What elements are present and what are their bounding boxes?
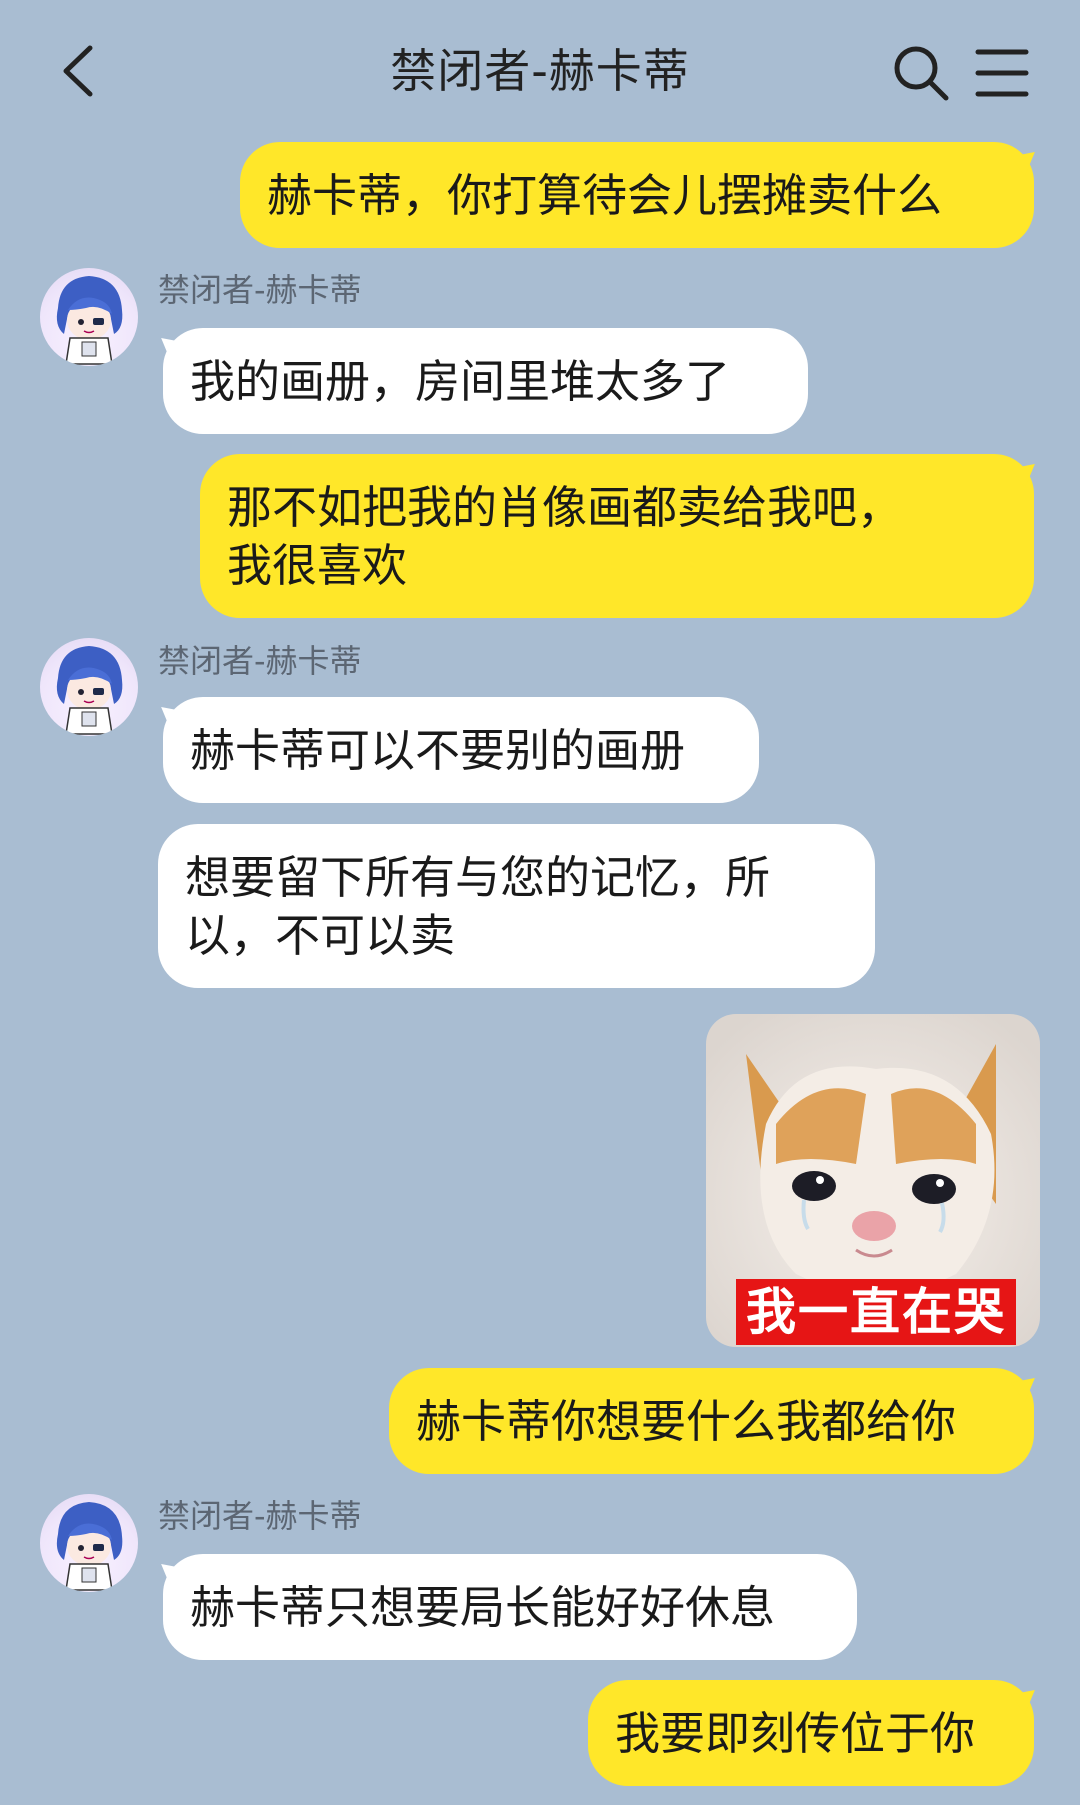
sticker-message[interactable]: 我一直在哭 — [706, 1014, 1040, 1347]
outgoing-message-bubble[interactable]: 赫卡蒂，你打算待会儿摆摊卖什么 — [240, 142, 1034, 248]
avatar-character-icon — [56, 1502, 123, 1591]
avatar[interactable] — [40, 638, 138, 736]
avatar[interactable] — [40, 1494, 138, 1592]
outgoing-message-bubble[interactable]: 我要即刻传位于你 — [588, 1680, 1034, 1786]
sender-name: 禁闭者-赫卡蒂 — [158, 642, 362, 680]
avatar[interactable] — [40, 268, 138, 366]
top-bar: 禁闭者-赫卡蒂 — [0, 0, 1080, 140]
sticker-caption: 我一直在哭 — [736, 1279, 1016, 1345]
outgoing-message-bubble[interactable]: 那不如把我的肖像画都卖给我吧， 我很喜欢 — [200, 454, 1034, 618]
sender-name: 禁闭者-赫卡蒂 — [158, 1497, 362, 1535]
search-icon — [894, 46, 949, 101]
hamburger-menu-icon — [975, 49, 1029, 97]
menu-button[interactable] — [975, 46, 1029, 100]
incoming-message-bubble[interactable]: 想要留下所有与您的记忆，所 以，不可以卖 — [158, 824, 875, 988]
search-button[interactable] — [892, 44, 950, 102]
incoming-message-bubble[interactable]: 赫卡蒂可以不要别的画册 — [163, 697, 759, 803]
avatar-character-icon — [56, 276, 123, 365]
sender-name: 禁闭者-赫卡蒂 — [158, 271, 362, 309]
avatar-character-icon — [56, 646, 123, 735]
outgoing-message-bubble[interactable]: 赫卡蒂你想要什么我都给你 — [389, 1368, 1034, 1474]
incoming-message-bubble[interactable]: 赫卡蒂只想要局长能好好休息 — [163, 1554, 857, 1660]
incoming-message-bubble[interactable]: 我的画册，房间里堆太多了 — [163, 328, 808, 434]
